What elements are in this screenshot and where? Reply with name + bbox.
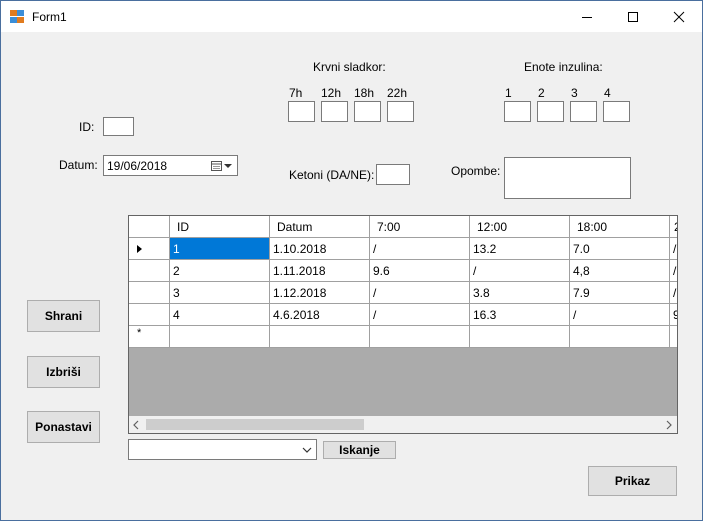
insulin-4-input[interactable] [603,101,630,122]
enote-inzulina-label: Enote inzulina: [524,60,603,74]
horizontal-scrollbar[interactable] [129,416,677,433]
data-grid[interactable]: ID Datum 7:00 12:00 18:00 2 1 1.10.2018 … [128,215,678,434]
shrani-button[interactable]: Shrani [27,300,100,332]
sugar-time-label-7h: 7h [289,86,303,100]
insulin-1-input[interactable] [504,101,531,122]
new-row-marker: * [137,327,142,339]
app-icon [10,10,24,23]
column-header-7-00[interactable]: 7:00 [370,216,470,238]
sugar-22h-input[interactable] [387,101,414,122]
minimize-button[interactable] [564,1,610,32]
krvni-sladkor-label: Krvni sladkor: [313,60,386,74]
column-header-id[interactable]: ID [170,216,270,238]
maximize-icon [628,11,638,22]
insulin-2-input[interactable] [537,101,564,122]
title-bar: Form1 [1,1,702,32]
column-header-12-00[interactable]: 12:00 [470,216,570,238]
sugar-time-label-12h: 12h [321,86,342,100]
new-row-header[interactable]: * [129,326,170,348]
ponastavi-button[interactable]: Ponastavi [27,411,100,443]
datum-picker[interactable]: 19/06/2018 [103,155,238,176]
insulin-label-4: 4 [604,86,611,100]
maximize-button[interactable] [610,1,656,32]
table-cell[interactable]: 9.6 [370,260,470,282]
row-header[interactable] [129,238,170,260]
table-cell[interactable]: 9 [670,304,677,326]
ketoni-label: Ketoni (DA/NE): [289,168,375,182]
calendar-dropdown-icon[interactable] [210,160,234,175]
table-cell[interactable]: 1.12.2018 [270,282,370,304]
minimize-icon [582,16,592,18]
form1-window: Form1 Krvni sladkor: Enote inzulina: 7h … [0,0,703,521]
id-label: ID: [79,120,95,134]
new-row-cell[interactable] [470,326,570,348]
close-button[interactable] [656,1,702,32]
new-row-cell[interactable] [370,326,470,348]
table-cell[interactable]: / [370,238,470,260]
table-cell[interactable]: 7.0 [570,238,670,260]
prikaz-button[interactable]: Prikaz [588,466,677,496]
window-title: Form1 [32,10,67,24]
table-cell[interactable]: 3 [170,282,270,304]
search-combobox[interactable] [128,439,317,460]
scrollbar-thumb[interactable] [146,419,364,430]
table-cell[interactable]: 1.10.2018 [270,238,370,260]
datum-value: 19/06/2018 [107,159,168,173]
id-input[interactable] [103,117,134,136]
grid-corner-header[interactable] [129,216,170,238]
new-row-cell[interactable] [570,326,670,348]
iskanje-button[interactable]: Iskanje [323,441,396,459]
sugar-12h-input[interactable] [321,101,348,122]
scroll-left-icon[interactable] [132,420,142,430]
table-cell[interactable]: 4,8 [570,260,670,282]
opombe-textarea[interactable] [504,157,631,199]
insulin-3-input[interactable] [570,101,597,122]
row-header[interactable] [129,260,170,282]
table-cell[interactable]: 2 [170,260,270,282]
datum-label: Datum: [59,158,98,172]
izbrisi-button[interactable]: Izbriši [27,356,100,388]
table-cell[interactable]: / [670,238,677,260]
sugar-time-label-22h: 22h [387,86,408,100]
new-row-cell[interactable] [270,326,370,348]
ketoni-input[interactable] [376,164,410,185]
column-header-18-00[interactable]: 18:00 [570,216,670,238]
new-row-cell[interactable] [170,326,270,348]
sugar-time-label-18h: 18h [354,86,375,100]
table-cell[interactable]: / [470,260,570,282]
table-cell[interactable]: 13.2 [470,238,570,260]
close-icon [673,11,685,22]
row-header[interactable] [129,282,170,304]
sugar-7h-input[interactable] [288,101,315,122]
table-cell[interactable]: 16.3 [470,304,570,326]
new-row-cell[interactable] [670,326,677,348]
table-cell[interactable]: 1 [170,238,270,260]
table-cell[interactable]: 7.9 [570,282,670,304]
current-row-arrow-icon [137,245,142,253]
column-header-22-00[interactable]: 2 [670,216,677,238]
table-cell[interactable]: 1.11.2018 [270,260,370,282]
table-cell[interactable]: / [370,304,470,326]
column-header-datum[interactable]: Datum [270,216,370,238]
table-cell[interactable]: 4.6.2018 [270,304,370,326]
table-cell[interactable]: / [570,304,670,326]
table-cell[interactable]: 4 [170,304,270,326]
scroll-right-icon[interactable] [664,420,674,430]
sugar-18h-input[interactable] [354,101,381,122]
table-cell[interactable]: / [670,282,677,304]
table-cell[interactable]: / [370,282,470,304]
row-header[interactable] [129,304,170,326]
chevron-down-icon[interactable] [302,446,312,454]
opombe-label: Opombe: [451,164,501,178]
insulin-label-2: 2 [538,86,545,100]
table-cell[interactable]: 3.8 [470,282,570,304]
insulin-label-3: 3 [571,86,578,100]
table-cell[interactable]: / [670,260,677,282]
insulin-label-1: 1 [505,86,512,100]
